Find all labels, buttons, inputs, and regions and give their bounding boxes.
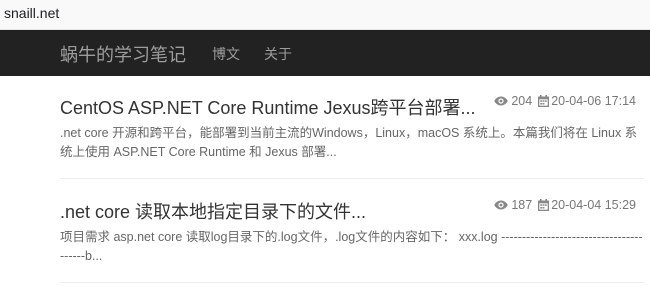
post-divider <box>60 178 644 179</box>
post-title-link[interactable]: CentOS ASP.NET Core Runtime Jexus跨平台部署..… <box>60 94 475 120</box>
calendar-icon <box>538 95 550 107</box>
nav-link-posts[interactable]: 博文 <box>212 44 240 64</box>
post-summary: .net core 开源和跨平台，能部署到当前主流的Windows，Linux，… <box>60 126 638 159</box>
post-date: 20-04-04 15:29 <box>551 198 636 212</box>
post-title-link[interactable]: .net core 读取本地指定目录下的文件... <box>60 198 366 224</box>
post-date: 20-04-06 17:14 <box>551 94 636 108</box>
post-meta: 187 20-04-04 15:29 <box>494 198 636 212</box>
view-count: 204 <box>511 94 533 108</box>
address-url[interactable]: snaill.net <box>4 5 59 21</box>
site-brand-link[interactable]: 蜗牛的学习笔记 <box>60 41 186 67</box>
post-summary: 项目需求 asp.net core 读取log目录下的.log文件，.log文件… <box>60 230 643 263</box>
post-divider <box>60 282 644 283</box>
post-meta: 204 20-04-06 17:14 <box>494 94 636 108</box>
browser-address-bar[interactable]: snaill.net <box>0 0 650 30</box>
nav-link-about[interactable]: 关于 <box>264 44 292 64</box>
eye-icon <box>494 200 509 210</box>
eye-icon <box>494 96 509 106</box>
view-count: 187 <box>511 198 533 212</box>
calendar-icon <box>538 199 550 211</box>
top-navbar: 蜗牛的学习笔记 博文 关于 <box>0 30 650 76</box>
